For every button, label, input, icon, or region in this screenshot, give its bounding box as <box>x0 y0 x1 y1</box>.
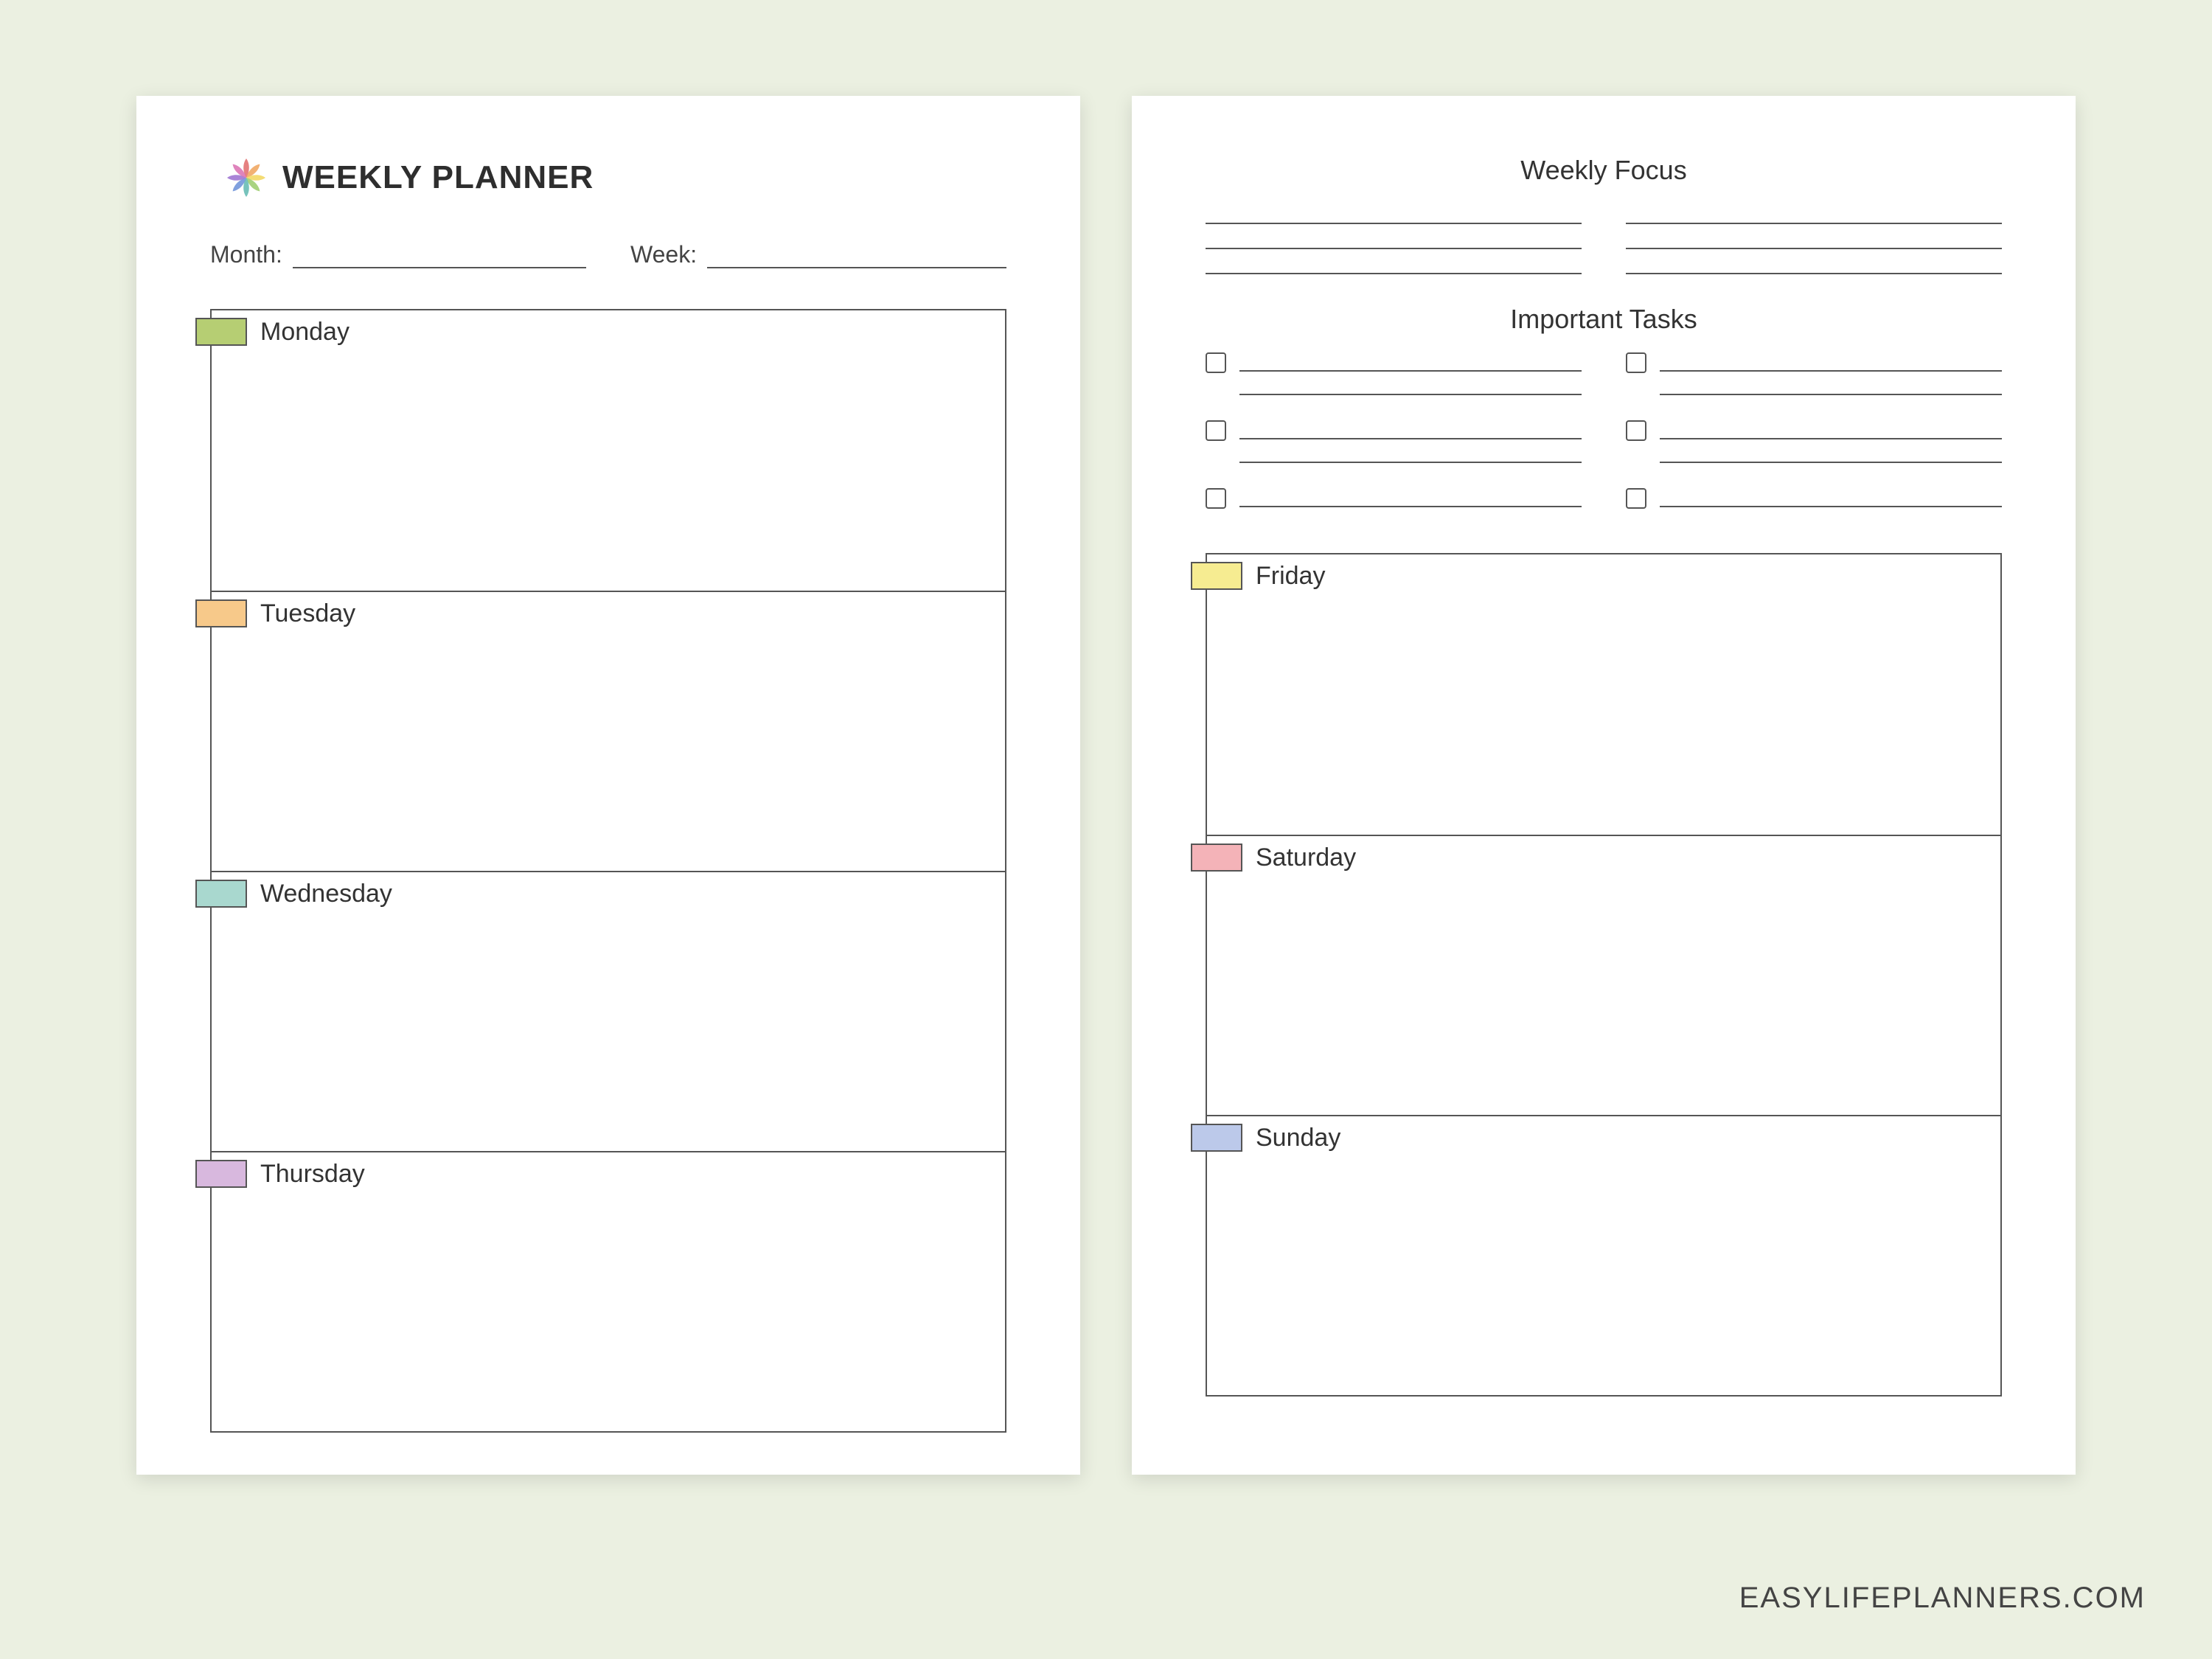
task-line[interactable] <box>1660 372 2002 395</box>
day-label: Tuesday <box>260 599 355 628</box>
important-tasks-title: Important Tasks <box>1206 304 2002 335</box>
day-label: Monday <box>260 318 349 347</box>
planner-left-page: WEEKLY PLANNER Month: Week: Monday <box>136 96 1080 1475</box>
task-line[interactable] <box>1239 439 1582 463</box>
focus-line[interactable] <box>1626 224 2002 249</box>
task-line[interactable] <box>1239 484 1582 507</box>
swatch-tuesday <box>195 599 247 627</box>
swatch-thursday <box>195 1160 247 1188</box>
focus-line[interactable] <box>1206 224 1582 249</box>
left-day-grid: Monday Tuesday Wednesday Thursday <box>210 309 1006 1433</box>
focus-line[interactable] <box>1206 199 1582 224</box>
task-line[interactable] <box>1660 416 2002 439</box>
day-label: Thursday <box>260 1160 365 1189</box>
swatch-friday <box>1191 562 1242 590</box>
checkbox-icon[interactable] <box>1206 352 1226 373</box>
day-label: Friday <box>1256 562 1325 591</box>
task-line[interactable] <box>1239 348 1582 372</box>
task-item[interactable] <box>1206 484 1582 509</box>
weekly-focus-lines[interactable] <box>1206 199 2002 274</box>
day-cell-thursday[interactable]: Thursday <box>212 1151 1005 1431</box>
month-label: Month: <box>210 241 282 268</box>
day-cell-sunday[interactable]: Sunday <box>1207 1115 2000 1395</box>
meta-row: Month: Week: <box>210 241 1006 268</box>
task-item[interactable] <box>1626 416 2002 463</box>
week-label: Week: <box>630 241 697 268</box>
task-line[interactable] <box>1660 484 2002 507</box>
day-cell-monday[interactable]: Monday <box>212 310 1005 591</box>
task-line[interactable] <box>1660 348 2002 372</box>
task-item[interactable] <box>1626 348 2002 395</box>
important-tasks-grid <box>1206 348 2002 516</box>
watermark: EASYLIFEPLANNERS.COM <box>1739 1582 2146 1615</box>
task-line[interactable] <box>1239 372 1582 395</box>
checkbox-icon[interactable] <box>1626 352 1646 373</box>
swatch-sunday <box>1191 1124 1242 1152</box>
task-line[interactable] <box>1239 416 1582 439</box>
checkbox-icon[interactable] <box>1626 420 1646 441</box>
swatch-wednesday <box>195 880 247 908</box>
month-input-line[interactable] <box>293 246 586 268</box>
focus-line[interactable] <box>1626 199 2002 224</box>
checkbox-icon[interactable] <box>1206 488 1226 509</box>
pinwheel-logo-icon <box>223 155 269 201</box>
month-field[interactable]: Month: <box>210 241 586 268</box>
week-input-line[interactable] <box>707 246 1006 268</box>
weekly-focus-title: Weekly Focus <box>1206 155 2002 186</box>
focus-line[interactable] <box>1206 249 1582 274</box>
swatch-saturday <box>1191 844 1242 872</box>
focus-line[interactable] <box>1626 249 2002 274</box>
day-label: Saturday <box>1256 844 1356 872</box>
day-cell-wednesday[interactable]: Wednesday <box>212 871 1005 1151</box>
day-label: Wednesday <box>260 880 392 908</box>
task-item[interactable] <box>1206 348 1582 395</box>
task-line[interactable] <box>1660 439 2002 463</box>
day-cell-saturday[interactable]: Saturday <box>1207 835 2000 1115</box>
page-title: WEEKLY PLANNER <box>282 159 594 196</box>
task-item[interactable] <box>1626 484 2002 509</box>
day-label: Sunday <box>1256 1124 1340 1152</box>
right-day-grid: Friday Saturday Sunday <box>1206 553 2002 1397</box>
planner-right-page: Weekly Focus Important Tasks <box>1132 96 2076 1475</box>
swatch-monday <box>195 318 247 346</box>
day-cell-friday[interactable]: Friday <box>1207 554 2000 835</box>
checkbox-icon[interactable] <box>1206 420 1226 441</box>
day-cell-tuesday[interactable]: Tuesday <box>212 591 1005 871</box>
checkbox-icon[interactable] <box>1626 488 1646 509</box>
week-field[interactable]: Week: <box>630 241 1006 268</box>
title-row: WEEKLY PLANNER <box>223 155 1006 201</box>
task-item[interactable] <box>1206 416 1582 463</box>
